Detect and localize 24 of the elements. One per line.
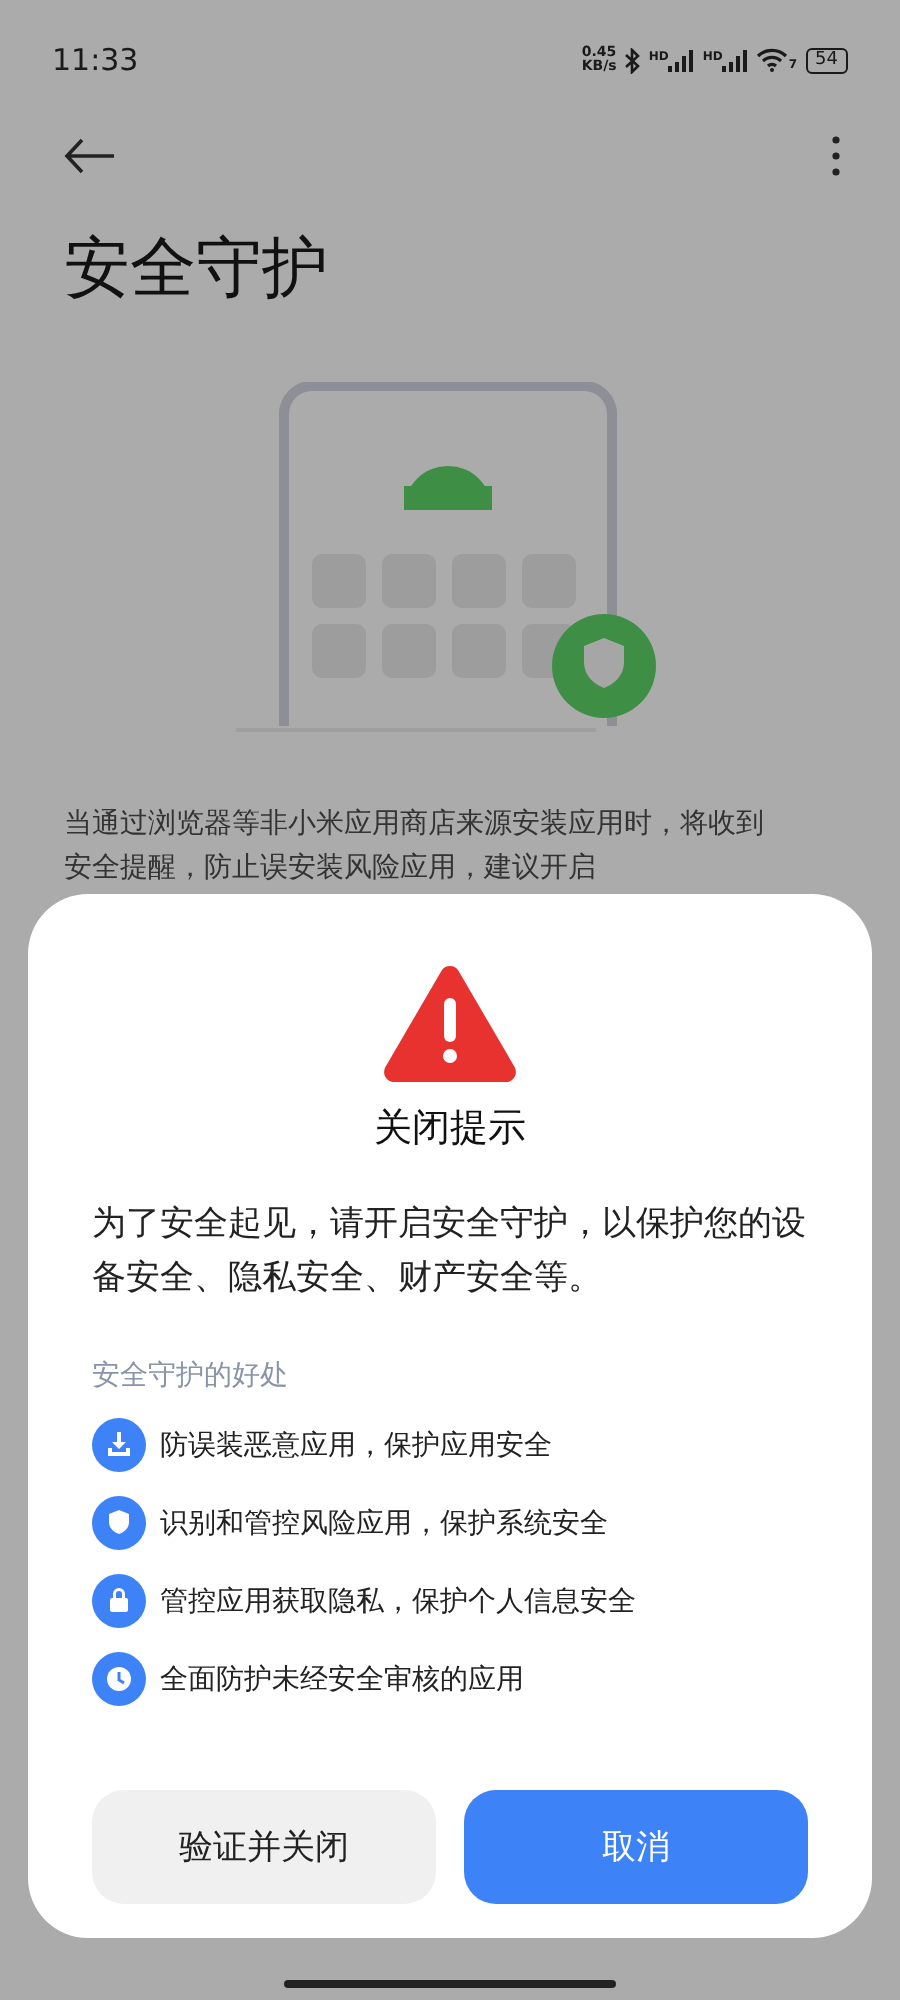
page-title: 安全守护 (64, 226, 330, 310)
clock-icon (92, 1652, 146, 1706)
benefit-text: 管控应用获取隐私，保护个人信息安全 (160, 1583, 636, 1619)
bluetooth-icon (624, 47, 641, 73)
description-text: 当通过浏览器等非小米应用商店来源安装应用时，将收到 安全提醒，防止误安装风险应用，建议开启 (64, 806, 766, 888)
battery-level: 54 (805, 47, 848, 73)
download-icon (92, 1418, 146, 1472)
benefit-text: 防误装恶意应用，保护应用安全 (160, 1427, 552, 1463)
status-time: 11:33 (52, 42, 139, 78)
wifi-icon (756, 48, 789, 72)
signal-icon (722, 49, 749, 71)
signal-icon (668, 49, 695, 71)
shield-icon (92, 1496, 146, 1550)
benefits-heading: 安全守护的好处 (92, 1358, 290, 1394)
cancel-button[interactable]: 取消 (464, 1790, 808, 1904)
dialog-title: 关闭提示 (372, 1104, 528, 1154)
verify-close-button[interactable]: 验证并关闭 (92, 1790, 436, 1904)
dialog-message: 为了安全起见，请开启安全守护，以保护您的设备安全、隐私安全、财产安全等。 (92, 1202, 808, 1302)
more-icon[interactable] (832, 136, 840, 176)
warning-icon (382, 962, 518, 1082)
back-arrow-icon[interactable] (64, 138, 116, 174)
benefit-text: 识别和管控风险应用，保护系统安全 (160, 1505, 608, 1541)
benefit-text: 全面防护未经安全审核的应用 (160, 1661, 524, 1697)
lock-icon (92, 1574, 146, 1628)
